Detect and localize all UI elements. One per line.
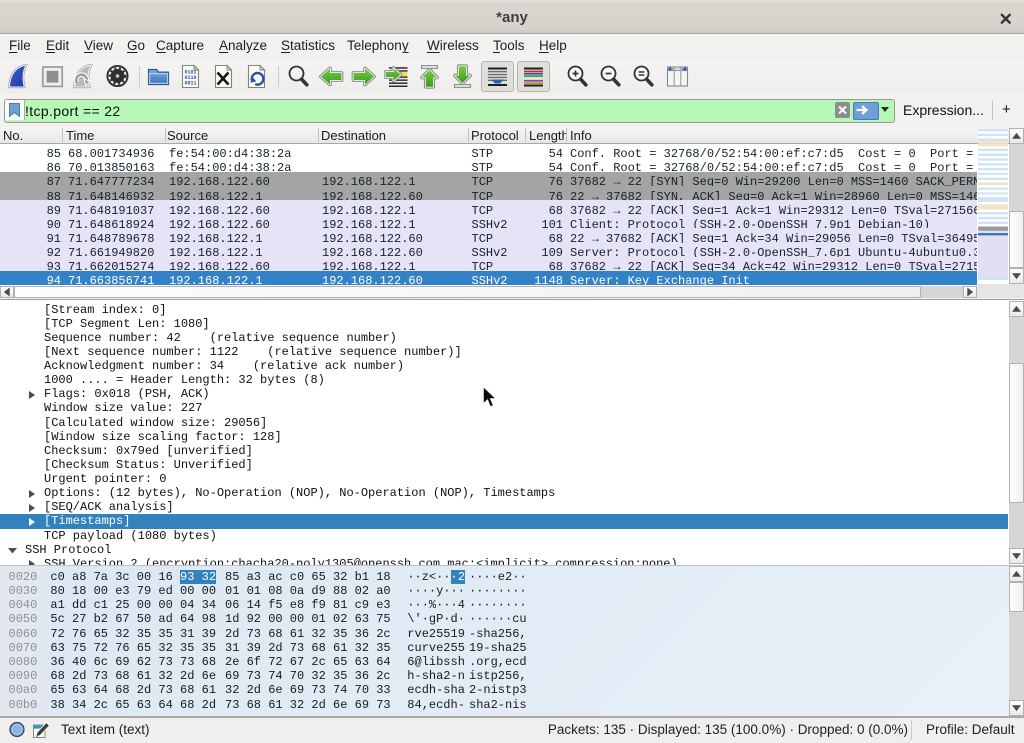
svg-text:0011: 0011 [185, 81, 197, 87]
